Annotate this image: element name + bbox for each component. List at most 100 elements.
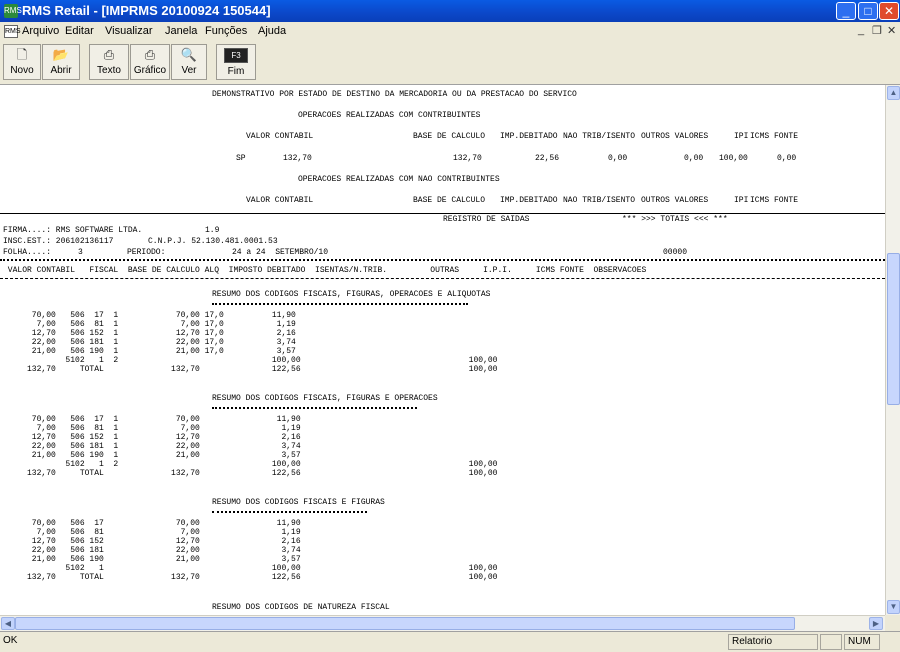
novo-button[interactable]: 🗋 Novo — [3, 44, 41, 80]
novo-label: Novo — [10, 65, 34, 76]
section1-title: RESUMO DOS CODIGOS FISCAIS, FIGURAS, OPE… — [212, 290, 491, 299]
section3-title: RESUMO DOS CODIGOS FISCAIS E FIGURAS — [212, 498, 385, 507]
app-icon: RMS — [4, 4, 22, 18]
maximize-button[interactable]: □ — [858, 2, 878, 20]
base-cell: 132,70 — [453, 154, 482, 163]
close-button[interactable]: ✕ — [879, 2, 899, 20]
title-bar: RMS RMS Retail - [IMPRMS 20100924 150544… — [0, 0, 900, 22]
minimize-button[interactable]: _ — [836, 2, 856, 20]
ver-label: Ver — [181, 65, 197, 76]
ipi-cell: 100,00 — [719, 154, 748, 163]
menu-editar[interactable]: Editar — [65, 25, 94, 37]
grafico-label: Gráfico — [133, 65, 167, 76]
preview-icon: 🔍 — [180, 47, 198, 62]
f3-key-icon: F3 — [224, 48, 248, 63]
status-num: NUM — [844, 634, 880, 650]
col-imp-debitado-2: IMP.DEBITADO — [500, 196, 558, 205]
col-outros-valores: OUTROS VALORES — [641, 132, 709, 141]
fim-label: Fim — [227, 66, 245, 77]
col-imp-debitado: IMP.DEBITADO — [500, 132, 558, 141]
section3-row: 21,00 506 190 21,00 3,57 — [3, 555, 301, 564]
mdi-minimize-button[interactable]: _ — [858, 24, 864, 36]
menu-arquivo[interactable]: Arquivo — [22, 25, 59, 37]
menu-janela[interactable]: Janela — [165, 25, 197, 37]
section1-total-row: 132,70 TOTAL 132,70 122,56 100,00 — [3, 365, 498, 374]
abrir-label: Abrir — [50, 65, 72, 76]
window-title: RMS Retail - [IMPRMS 20100924 150544] — [22, 3, 271, 18]
folha-number: 3 — [78, 248, 83, 257]
report-header: DEMONSTRATIVO POR ESTADO DE DESTINO DA M… — [212, 90, 577, 99]
status-bar: OK Relatorio NUM — [0, 631, 900, 652]
report-viewer[interactable]: DEMONSTRATIVO POR ESTADO DE DESTINO DA M… — [0, 85, 885, 615]
section1-underline — [212, 303, 468, 305]
col-base-calculo: BASE DE CALCULO — [413, 132, 486, 141]
toolbar: 🗋 Novo 📂 Abrir ⎙ Texto ⎙ Gráfico 🔍 Ver F… — [0, 42, 900, 85]
valor-cell: 132,70 — [283, 154, 312, 163]
column-header-row: VALOR CONTABIL FISCAL BASE DE CALCULO AL… — [3, 266, 647, 275]
imp-cell: 22,56 — [535, 154, 560, 163]
periodo-value: 24 a 24 SETEMBRO/10 — [232, 248, 329, 257]
fim-button[interactable]: F3 Fim — [216, 44, 256, 80]
printer-icon: ⎙ — [103, 47, 115, 62]
menu-funcoes[interactable]: Funções — [205, 25, 247, 37]
scroll-right-icon[interactable]: ▶ — [869, 617, 883, 630]
scroll-down-icon[interactable]: ▼ — [887, 600, 900, 614]
section2-row: 21,00 506 190 1 21,00 3,57 — [3, 451, 301, 460]
texto-button[interactable]: ⎙ Texto — [89, 44, 129, 80]
section1-row: 70,00 506 17 1 70,00 17,0 11,90 — [3, 311, 296, 320]
mdi-close-button[interactable]: ✕ — [887, 24, 896, 37]
scroll-left-icon[interactable]: ◀ — [1, 617, 15, 630]
status-empty — [820, 634, 842, 650]
vertical-scroll-thumb[interactable] — [887, 253, 900, 405]
horizontal-scroll-thumb[interactable] — [15, 617, 795, 630]
menu-ajuda[interactable]: Ajuda — [258, 25, 286, 37]
section1-row: 21,00 506 190 1 21,00 17,0 3,57 — [3, 347, 296, 356]
col-icms-fonte: ICMS FONTE — [750, 132, 799, 141]
vertical-scrollbar[interactable]: ▲ ▼ — [885, 85, 900, 615]
section2-title: RESUMO DOS CODIGOS FISCAIS, FIGURAS E OP… — [212, 394, 438, 403]
section-contribuintes: OPERACOES REALIZADAS COM CONTRIBUINTES — [298, 111, 481, 120]
version-label: 1.9 — [205, 226, 220, 235]
report-code: 00000 — [663, 248, 688, 257]
cnpj-line: C.N.P.J. 52.130.481.0001.53 — [148, 237, 278, 246]
new-file-icon: 🗋 — [16, 47, 28, 62]
uf-cell: SP — [236, 154, 246, 163]
col-icms-fonte-2: ICMS FONTE — [750, 196, 799, 205]
open-folder-icon: 📂 — [52, 47, 70, 62]
col-base-calculo-2: BASE DE CALCULO — [413, 196, 486, 205]
grafico-button[interactable]: ⎙ Gráfico — [130, 44, 170, 80]
section3-total-row: 132,70 TOTAL 132,70 122,56 100,00 — [3, 573, 498, 582]
col-outros-valores-2: OUTROS VALORES — [641, 196, 709, 205]
section3-underline — [212, 511, 367, 513]
scroll-corner — [885, 615, 900, 631]
section3-row: 7,00 506 81 7,00 1,19 — [3, 528, 301, 537]
col-ipi-2: IPI — [734, 196, 749, 205]
column-header-underline — [0, 278, 885, 279]
status-mode: Relatorio — [728, 634, 818, 650]
section2-row: 12,70 506 152 1 12,70 2,16 — [3, 433, 301, 442]
section2-underline — [212, 407, 417, 409]
horizontal-scrollbar[interactable]: ◀ ▶ — [0, 615, 885, 631]
texto-label: Texto — [97, 65, 121, 76]
section-nao-contribuintes: OPERACOES REALIZADAS COM NAO CONTRIBUINT… — [298, 175, 500, 184]
col-valor-contabil: VALOR CONTABIL — [246, 132, 314, 141]
scroll-up-icon[interactable]: ▲ — [887, 86, 900, 100]
insc-line: INSC.EST.: 206102136117 — [3, 237, 114, 246]
icms-cell: 0,00 — [777, 154, 797, 163]
mdi-restore-button[interactable]: ❐ — [872, 24, 882, 37]
section1-row: 12,70 506 152 1 12,70 17,0 2,16 — [3, 329, 296, 338]
nao-cell: 0,00 — [608, 154, 628, 163]
abrir-button[interactable]: 📂 Abrir — [42, 44, 80, 80]
section1-row: 7,00 506 81 1 7,00 17,0 1,19 — [3, 320, 296, 329]
menu-visualizar[interactable]: Visualizar — [105, 25, 153, 37]
menu-bar: RMS Arquivo Editar Visualizar Janela Fun… — [0, 22, 900, 43]
ver-button[interactable]: 🔍 Ver — [171, 44, 207, 80]
section2-row: 7,00 506 81 1 7,00 1,19 — [3, 424, 301, 433]
col-ipi: IPI — [734, 132, 749, 141]
document-icon[interactable]: RMS — [4, 25, 21, 38]
page-divider — [0, 213, 885, 214]
section3-row: 5102 1 100,00 100,00 — [3, 564, 498, 573]
periodo-label: PERIODO: — [127, 248, 166, 257]
col-nao-trib-2: NAO TRIB/ISENTO — [563, 196, 636, 205]
section3-row: 70,00 506 17 70,00 11,90 — [3, 519, 301, 528]
